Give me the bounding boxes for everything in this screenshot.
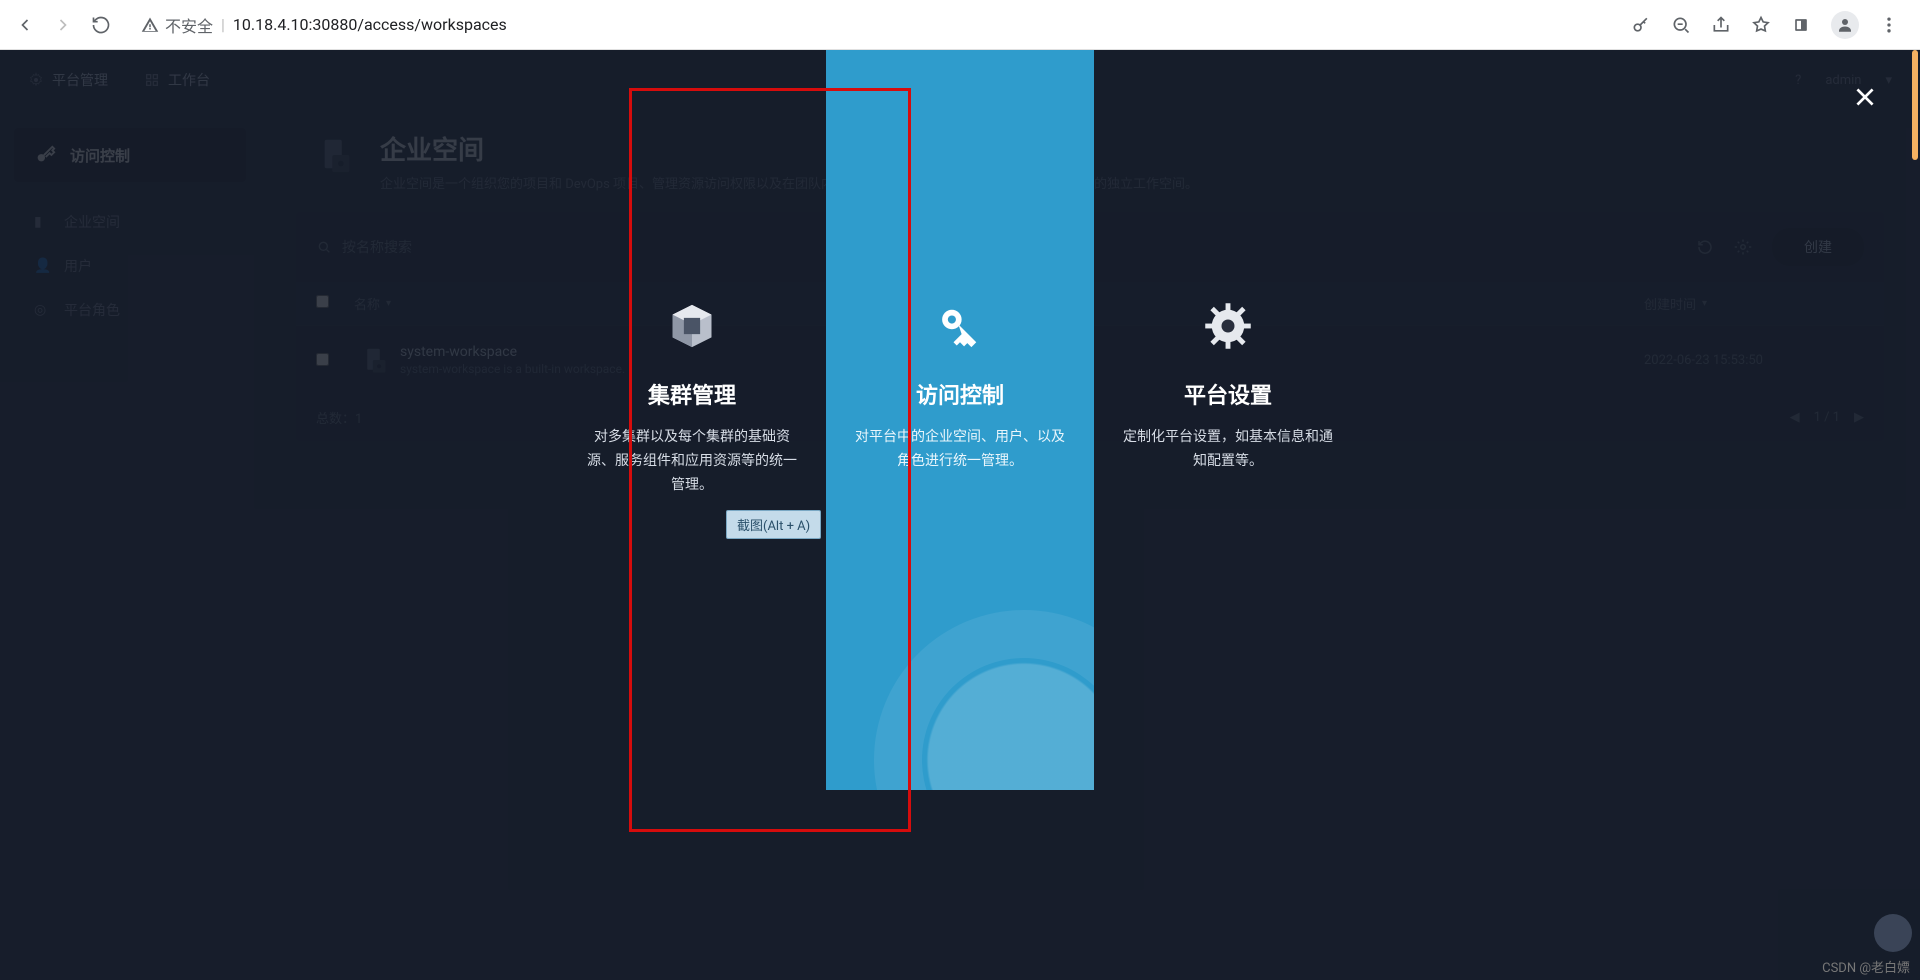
card-title: 平台设置 [1184,378,1272,410]
key-icon[interactable] [1631,15,1651,35]
reload-button[interactable] [91,15,111,35]
card-desc: 对平台中的企业空间、用户、以及角色进行统一管理。 [850,426,1070,474]
watermark: CSDN @老白嫖 [1822,957,1910,976]
close-button[interactable] [1852,84,1878,114]
star-icon[interactable] [1751,15,1771,35]
cluster-icon [664,298,720,354]
card-desc: 定制化平台设置，如基本信息和通知配置等。 [1118,426,1338,474]
address-bar[interactable]: 不安全 | 10.18.4.10:30880/access/workspaces [129,8,1613,42]
platform-menu: 集群管理 对多集群以及每个集群的基础资源、服务组件和应用资源等的统一管理。 访问… [0,50,1920,980]
menu-card-settings[interactable]: 平台设置 定制化平台设置，如基本信息和通知配置等。 [1094,298,1362,980]
scrollbar-indicator [1912,50,1918,160]
card-desc: 对多集群以及每个集群的基础资源、服务组件和应用资源等的统一管理。 [582,426,802,497]
back-button[interactable] [15,15,35,35]
security-label: 不安全 [165,13,213,37]
card-title: 集群管理 [648,378,736,410]
gear-icon [1200,298,1256,354]
share-icon[interactable] [1711,15,1731,35]
card-title: 访问控制 [916,378,1004,410]
menu-card-cluster[interactable]: 集群管理 对多集群以及每个集群的基础资源、服务组件和应用资源等的统一管理。 [558,298,826,980]
menu-card-access[interactable]: 访问控制 对平台中的企业空间、用户、以及角色进行统一管理。 [826,50,1094,790]
browser-chrome: 不安全 | 10.18.4.10:30880/access/workspaces [0,0,1920,50]
floating-help-button[interactable] [1874,914,1912,952]
zoom-icon[interactable] [1671,15,1691,35]
security-warning-icon: 不安全 [141,13,213,37]
app-page: 平台管理 工作台 ? admin ▾ 访问控制 ▮企业空间 👤用户 ◎平台角色 [0,50,1920,980]
kebab-menu-icon[interactable] [1879,15,1899,35]
profile-avatar-icon[interactable] [1831,11,1859,39]
screenshot-hint-tooltip: 截图(Alt + A) [726,510,821,539]
extension-icon[interactable] [1791,15,1811,35]
forward-button[interactable] [53,15,73,35]
key-large-icon [932,298,988,354]
chrome-actions [1631,11,1905,39]
url-text: 10.18.4.10:30880/access/workspaces [233,15,507,34]
